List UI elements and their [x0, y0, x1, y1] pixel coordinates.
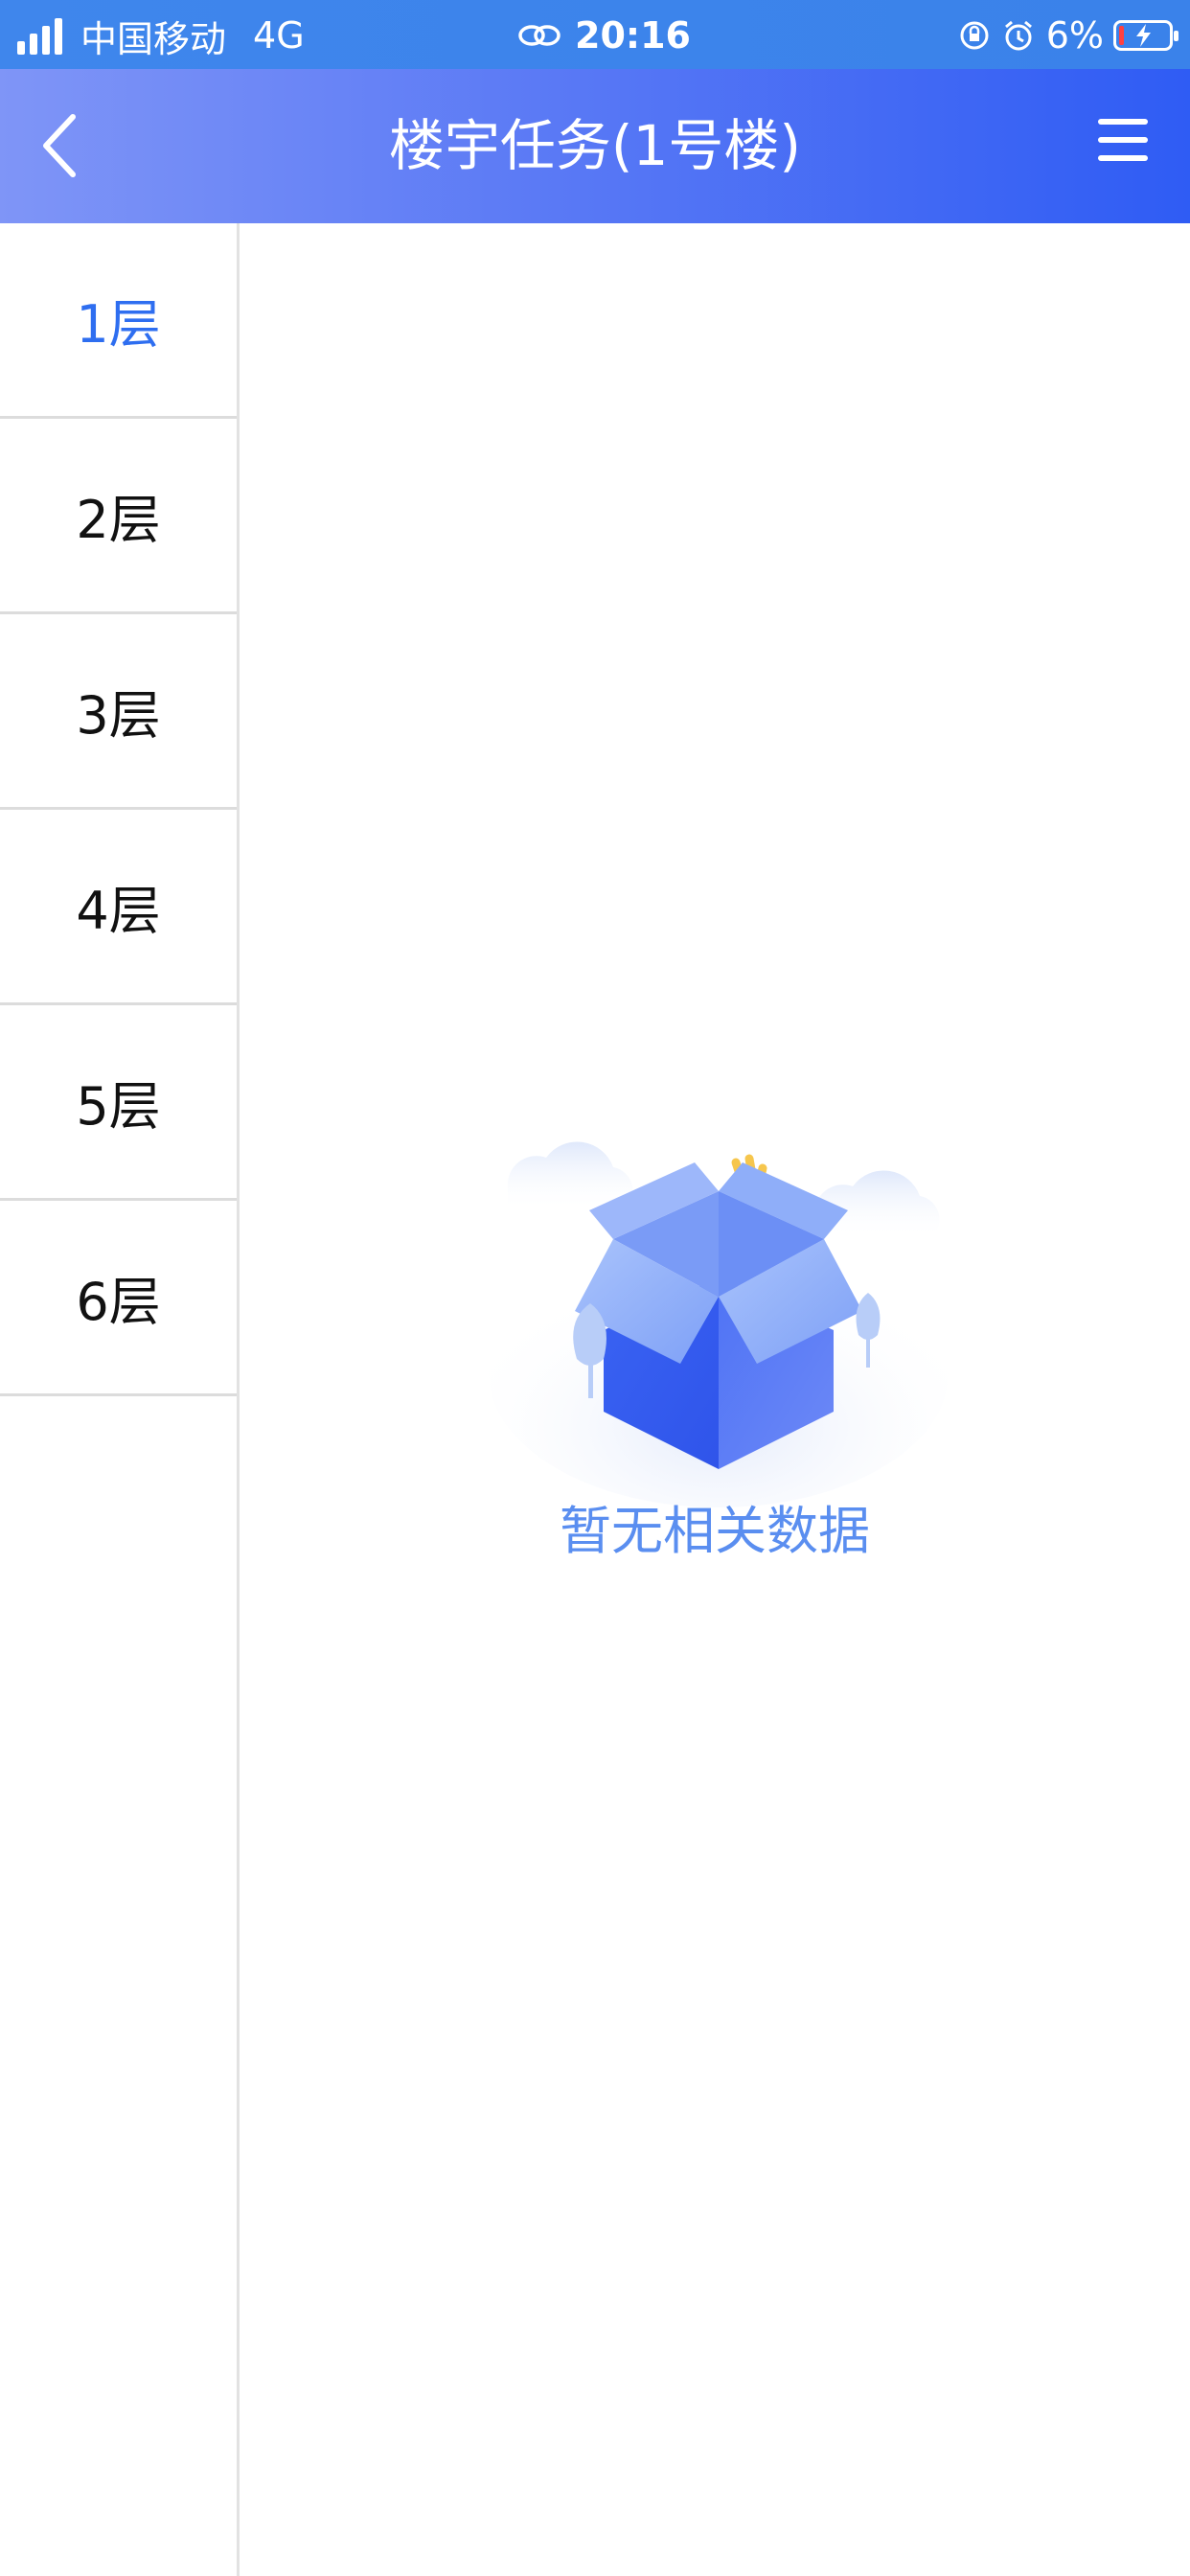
floor-sidebar: 1层 2层 3层 4层 5层 6层 [0, 223, 240, 2576]
page-title: 楼宇任务(1号楼) [388, 113, 802, 178]
sidebar-item-floor-1[interactable]: 1层 [0, 223, 237, 419]
navigation-header: 楼宇任务(1号楼) [0, 69, 1190, 223]
hamburger-menu-icon [1098, 119, 1148, 125]
empty-message: 暂无相关数据 [560, 1501, 870, 1561]
signal-icon [17, 16, 67, 55]
rotation-lock-icon [960, 21, 989, 50]
sidebar-item-floor-2[interactable]: 2层 [0, 419, 237, 614]
hamburger-line [1098, 137, 1148, 143]
status-bar: 中国移动 4G 20:16 6% [0, 0, 1190, 69]
battery-icon [1113, 20, 1179, 51]
battery-percent: 6% [1045, 14, 1104, 57]
network-type: 4G [253, 14, 305, 57]
alarm-icon [1004, 20, 1032, 51]
link-icon [518, 25, 561, 46]
sidebar-item-floor-4[interactable]: 4层 [0, 810, 237, 1005]
status-left: 中国移动 4G [17, 12, 305, 60]
sidebar-item-floor-6[interactable]: 6层 [0, 1201, 237, 1396]
menu-button[interactable] [1094, 119, 1152, 169]
clock-time: 20:16 [575, 14, 691, 57]
empty-box-icon [489, 1141, 949, 1507]
status-center: 20:16 [517, 12, 691, 59]
sidebar-item-floor-5[interactable]: 5层 [0, 1005, 237, 1201]
empty-state: 暂无相关数据 [240, 223, 1190, 2576]
status-right: 6% [958, 12, 1179, 59]
sidebar-item-floor-3[interactable]: 3层 [0, 614, 237, 810]
hamburger-line [1098, 155, 1148, 161]
carrier-name: 中国移动 [80, 17, 227, 60]
